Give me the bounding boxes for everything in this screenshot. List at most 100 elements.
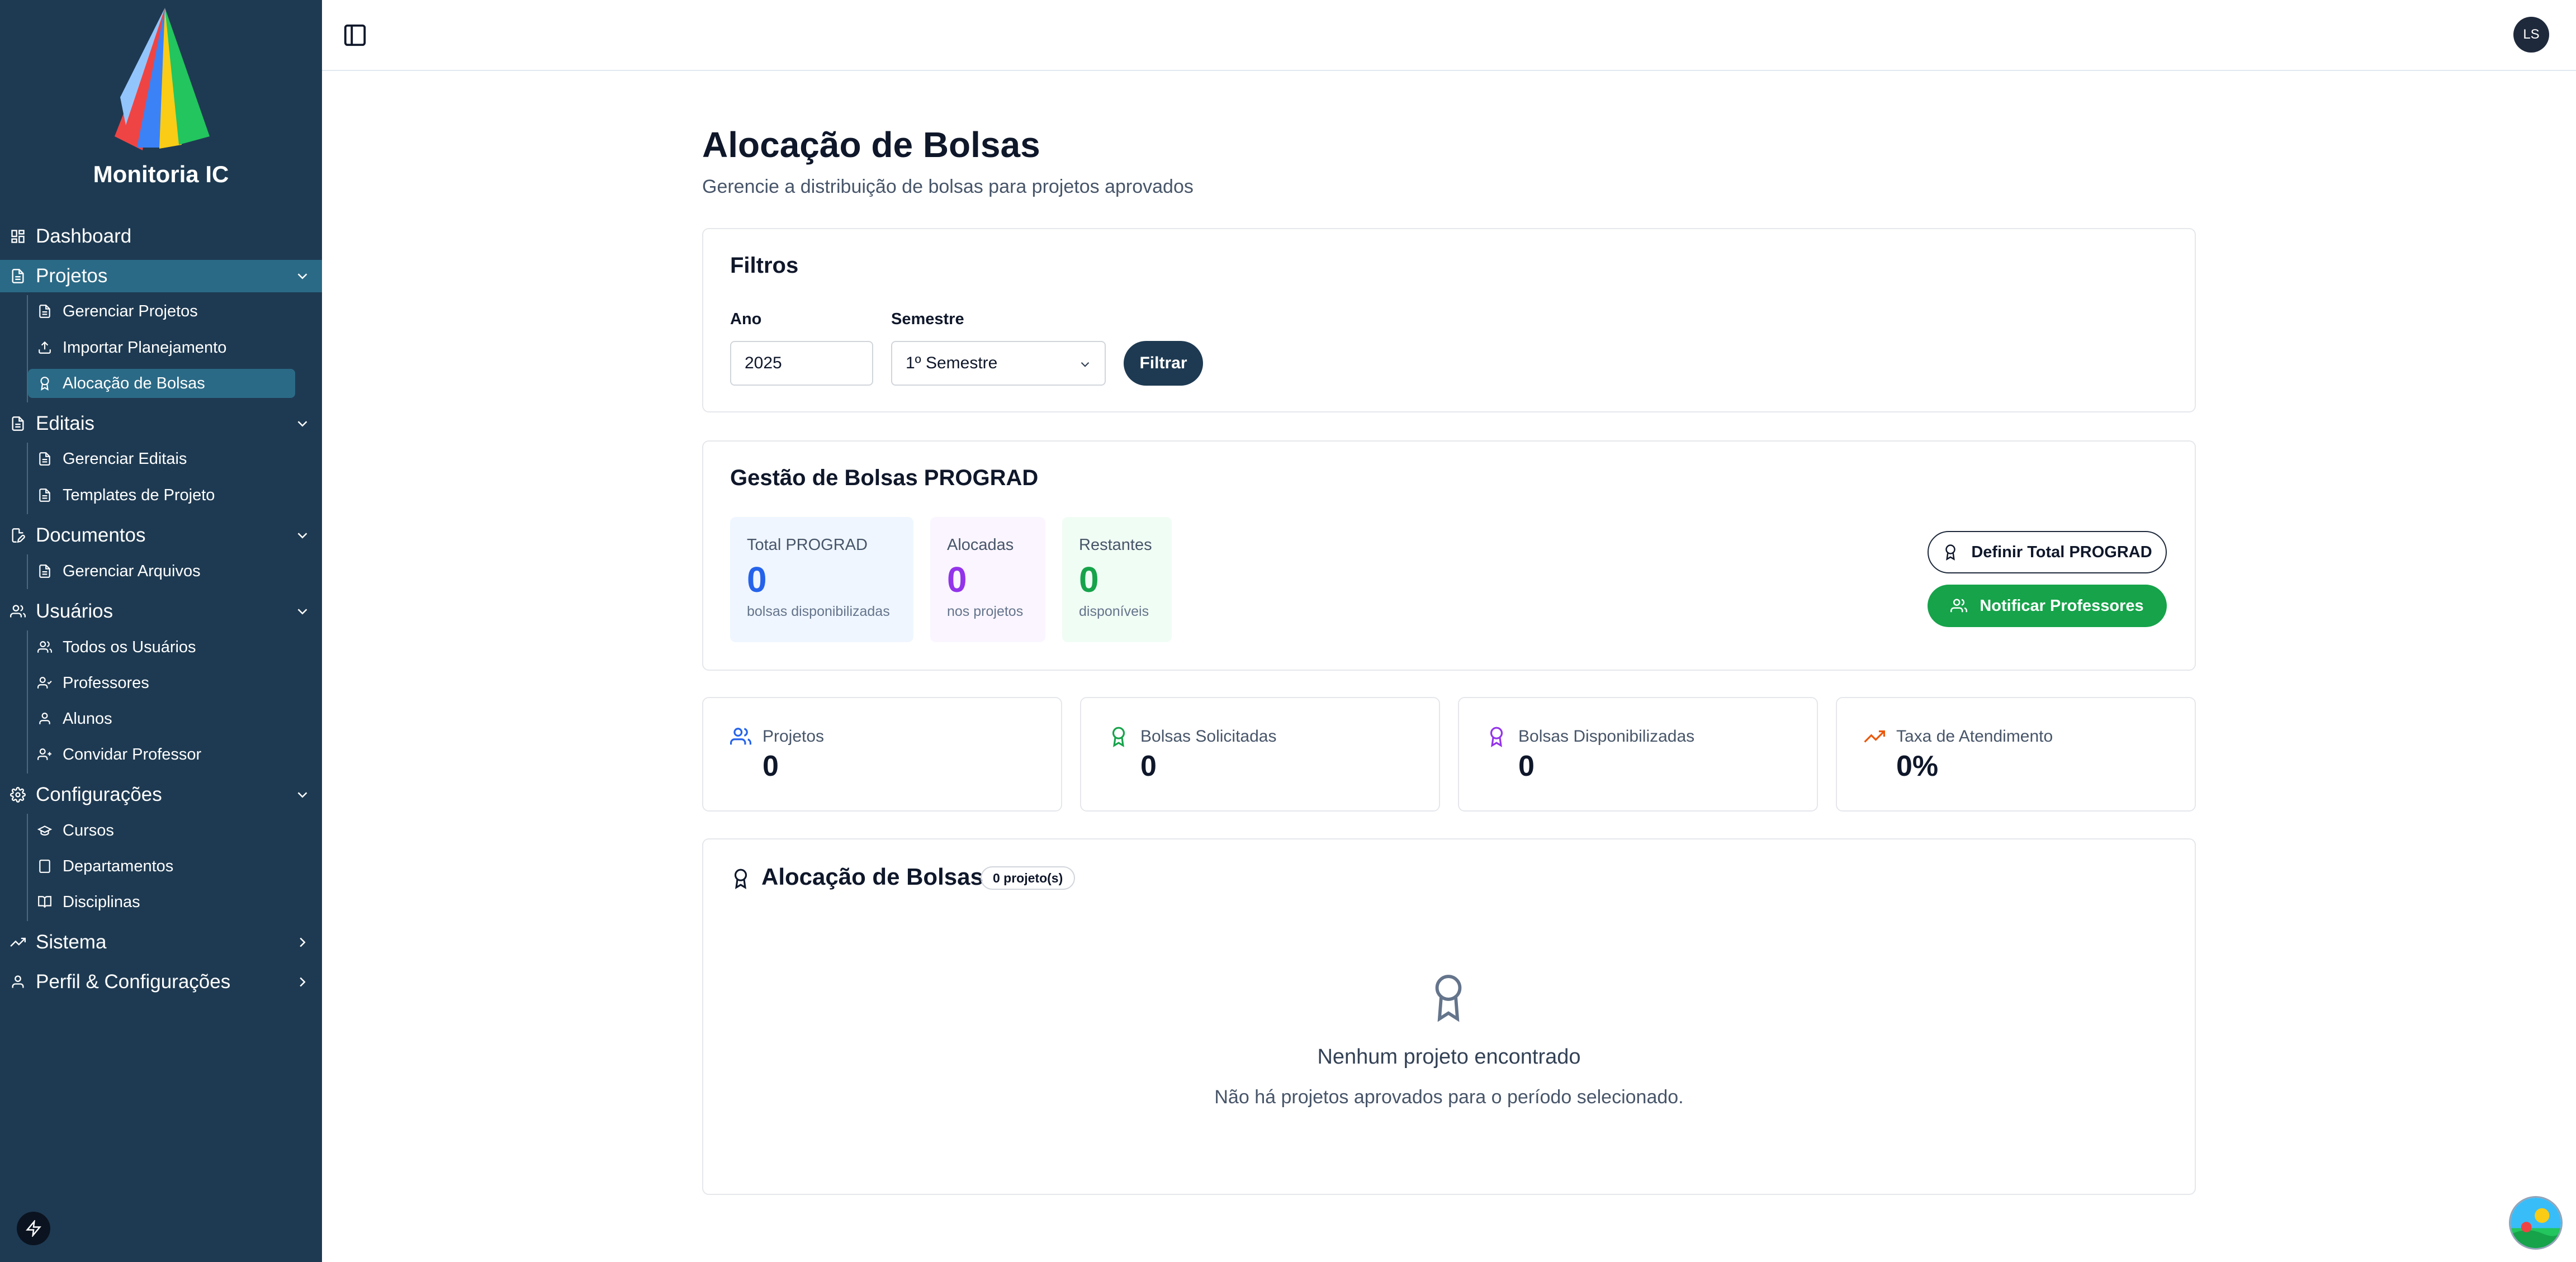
sidebar: Monitoria IC Dashboard Projetos Gerencia…	[0, 0, 322, 1262]
sidebar-item-label: Projetos	[36, 265, 108, 287]
metric-card-bolsas-solicitadas: Bolsas Solicitadas 0	[1080, 697, 1440, 812]
project-count-badge: 0 projeto(s)	[981, 866, 1076, 890]
chevron-down-icon	[297, 792, 307, 798]
sidebar-item-label: Gerenciar Projetos	[63, 302, 198, 320]
prograd-title: Gestão de Bolsas PROGRAD	[730, 466, 1039, 490]
trending-up-icon	[1864, 730, 1885, 743]
empty-state-text: Não há projetos aprovados para o período…	[1214, 1087, 1684, 1108]
metric-label: Bolsas Disponibilizadas	[1518, 727, 1695, 746]
sidebar-item-label: Alocação de Bolsas	[63, 374, 205, 392]
file-icon	[37, 563, 53, 579]
file-icon	[37, 451, 53, 467]
sidebar-toggle-icon[interactable]	[342, 22, 368, 48]
chevron-right-icon	[300, 977, 306, 987]
sidebar-item-sistema[interactable]: Sistema	[0, 926, 322, 959]
sidebar-item-alunos[interactable]: Alunos	[28, 704, 295, 733]
file-edit-icon	[9, 526, 27, 544]
sidebar-item-label: Usuários	[36, 600, 113, 622]
semester-select[interactable]: 1º Semestre	[891, 341, 1106, 386]
sidebar-item-label: Editais	[36, 412, 95, 434]
stat-alocadas: Alocadas 0 nos projetos	[930, 517, 1045, 642]
award-icon	[37, 376, 53, 391]
sidebar-item-disciplinas[interactable]: Disciplinas	[28, 888, 295, 917]
user-icon	[37, 711, 53, 727]
sidebar-item-documentos[interactable]: Documentos	[0, 519, 322, 552]
sidebar-item-dashboard[interactable]: Dashboard	[0, 220, 322, 253]
sidebar-item-label: Convidar Professor	[63, 745, 202, 763]
stat-note: bolsas disponibilizadas	[747, 604, 890, 619]
sidebar-item-departamentos[interactable]: Departamentos	[28, 852, 295, 881]
allocation-title: Alocação de Bolsas	[761, 864, 983, 890]
stat-note: disponíveis	[1079, 604, 1149, 619]
trending-up-icon	[9, 933, 27, 951]
file-icon	[9, 267, 27, 285]
award-icon	[1112, 727, 1125, 747]
bolt-button[interactable]	[17, 1212, 50, 1245]
chevron-down-icon	[1081, 362, 1090, 367]
sidebar-item-gerenciar-arquivos[interactable]: Gerenciar Arquivos	[28, 557, 295, 586]
award-icon	[1490, 727, 1503, 747]
sidebar-item-label: Departamentos	[63, 857, 174, 875]
app-logo	[115, 8, 210, 150]
chevron-down-icon	[297, 273, 307, 279]
sidebar-item-todos-os-usuarios[interactable]: Todos os Usuários	[28, 633, 295, 662]
sidebar-item-gerenciar-projetos[interactable]: Gerenciar Projetos	[28, 297, 295, 326]
metric-card-bolsas-disponibilizadas: Bolsas Disponibilizadas 0	[1458, 697, 1818, 812]
metric-label: Taxa de Atendimento	[1896, 727, 2053, 746]
sidebar-item-label: Importar Planejamento	[63, 338, 227, 357]
book-open-icon	[37, 894, 53, 910]
sidebar-item-label: Dashboard	[36, 225, 132, 247]
sidebar-item-gerenciar-editais[interactable]: Gerenciar Editais	[28, 444, 295, 473]
chevron-down-icon	[297, 533, 307, 539]
dashboard-icon	[9, 227, 27, 245]
sidebar-item-usuarios[interactable]: Usuários	[0, 595, 322, 628]
sidebar-item-label: Documentos	[36, 524, 146, 546]
define-total-prograd-button[interactable]: Definir Total PROGRAD	[1928, 531, 2167, 573]
metric-card-taxa-de-atendimento: Taxa de Atendimento 0%	[1836, 697, 2196, 812]
sidebar-item-label: Gerenciar Arquivos	[63, 562, 201, 580]
gear-icon	[9, 786, 27, 804]
sidebar-item-cursos[interactable]: Cursos	[28, 816, 295, 845]
button-label: Notificar Professores	[1980, 596, 2144, 615]
filter-button[interactable]: Filtrar	[1124, 341, 1203, 386]
sidebar-item-label: Alunos	[63, 709, 112, 728]
sidebar-item-label: Templates de Projeto	[63, 486, 215, 504]
building-icon	[37, 858, 53, 874]
file-icon	[37, 303, 53, 319]
user-check-icon	[37, 675, 53, 691]
sidebar-item-alocacao-de-bolsas[interactable]: Alocação de Bolsas	[28, 369, 295, 398]
sidebar-item-label: Todos os Usuários	[63, 638, 196, 656]
notify-professors-button[interactable]: Notificar Professores	[1928, 585, 2167, 627]
metric-card-projetos: Projetos 0	[702, 697, 1062, 812]
year-label: Ano	[730, 310, 762, 328]
sidebar-item-label: Perfil & Configurações	[36, 971, 231, 993]
filters-title: Filtros	[730, 253, 799, 278]
assistant-widget-icon[interactable]	[2509, 1196, 2563, 1250]
metric-value: 0	[1518, 750, 1535, 782]
bolt-icon	[26, 1220, 41, 1237]
sidebar-item-professores[interactable]: Professores	[28, 668, 295, 698]
chevron-down-icon	[297, 609, 307, 615]
chevron-down-icon	[297, 421, 307, 427]
metric-label: Bolsas Solicitadas	[1140, 727, 1277, 746]
sidebar-item-importar-planejamento[interactable]: Importar Planejamento	[28, 333, 295, 362]
stat-note: nos projetos	[947, 604, 1024, 619]
sidebar-item-label: Gerenciar Editais	[63, 449, 187, 468]
users-icon	[9, 602, 27, 620]
stat-label: Alocadas	[947, 536, 1014, 554]
sidebar-item-perfil[interactable]: Perfil & Configurações	[0, 966, 322, 998]
users-icon	[730, 728, 751, 745]
empty-state-title: Nenhum projeto encontrado	[1317, 1045, 1581, 1069]
user-plus-icon	[37, 747, 53, 762]
sidebar-item-convidar-professor[interactable]: Convidar Professor	[28, 740, 295, 769]
stat-restantes: Restantes 0 disponíveis	[1062, 517, 1172, 642]
sidebar-item-templates-de-projeto[interactable]: Templates de Projeto	[28, 481, 295, 510]
stat-value: 0	[947, 559, 967, 600]
sidebar-item-label: Professores	[63, 673, 149, 692]
chevron-right-icon	[300, 937, 306, 947]
year-input[interactable]: 2025	[730, 341, 873, 386]
avatar[interactable]: LS	[2513, 17, 2549, 53]
sidebar-item-configuracoes[interactable]: Configurações	[0, 779, 322, 811]
sidebar-item-editais[interactable]: Editais	[0, 407, 322, 440]
sidebar-item-projetos[interactable]: Projetos	[0, 260, 322, 292]
